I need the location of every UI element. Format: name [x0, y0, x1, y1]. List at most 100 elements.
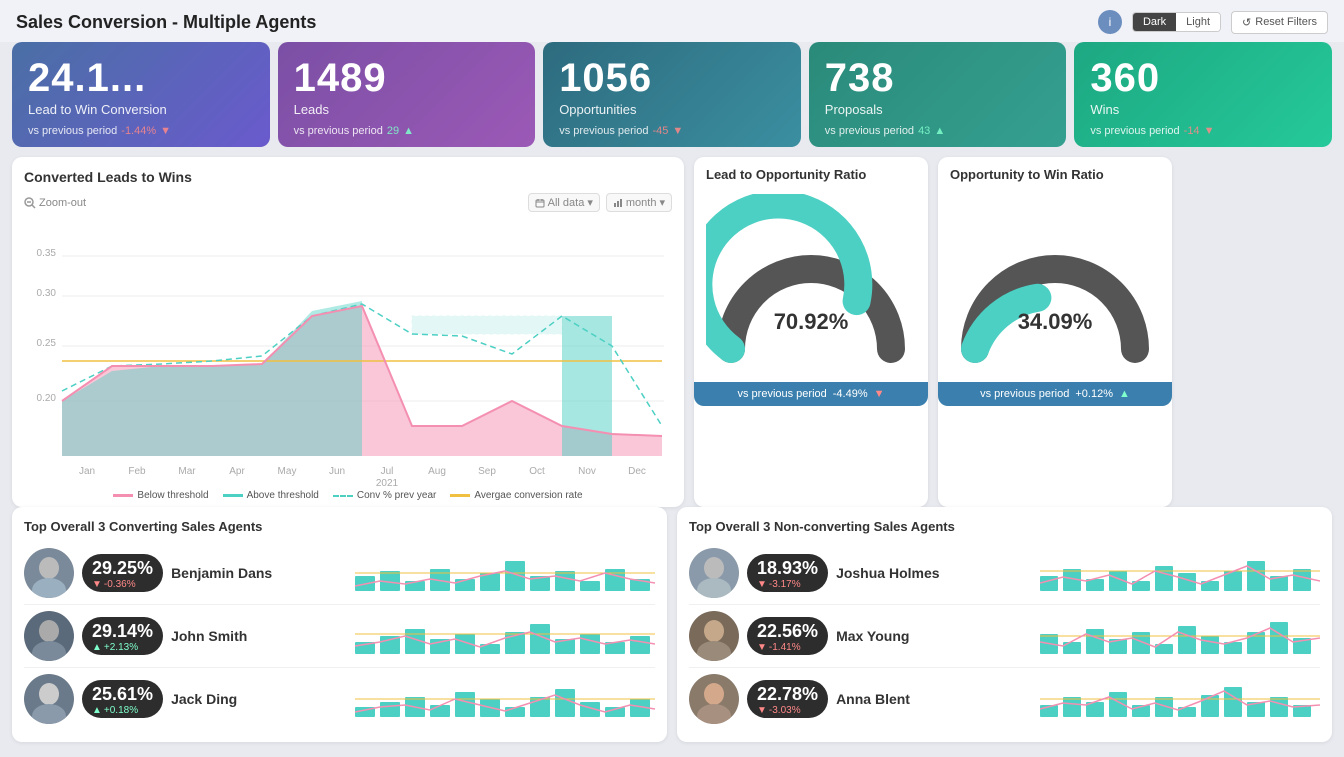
legend-above: Above threshold	[223, 490, 319, 501]
agent-row: 29.25% -0.36% Benjamin Dans	[24, 542, 655, 605]
dark-mode-button[interactable]: Dark	[1133, 13, 1176, 31]
info-button[interactable]: i	[1098, 10, 1122, 34]
agent-row: 22.56% -1.41% Max Young	[689, 605, 1320, 668]
avatar-jack	[24, 674, 74, 724]
agent-name-benjamin: Benjamin Dans	[171, 565, 347, 581]
kpi-vs-lead-win: vs previous period -1.44%	[28, 125, 254, 137]
kpi-label-lead-win: Lead to Win Conversion	[28, 102, 254, 117]
kpi-arrow-wins	[1204, 125, 1215, 137]
kpi-value-opportunities: 1056	[559, 56, 785, 100]
calendar-icon	[535, 198, 545, 208]
converted-leads-title: Converted Leads to Wins	[24, 169, 672, 185]
agent-badge-anna: 22.78% -3.03%	[747, 680, 828, 718]
avatar-benjamin	[24, 548, 74, 598]
avatar-john	[24, 611, 74, 661]
kpi-value-lead-win: 24.1...	[28, 56, 254, 100]
legend-prev-year: Conv % prev year	[333, 490, 436, 501]
converted-leads-panel: Converted Leads to Wins Zoom-out All dat…	[12, 157, 684, 507]
page-title: Sales Conversion - Multiple Agents	[16, 12, 316, 33]
svg-text:0.35: 0.35	[37, 248, 57, 259]
agent-badge-benjamin: 29.25% -0.36%	[82, 554, 163, 592]
svg-text:34.09%: 34.09%	[1018, 309, 1093, 334]
kpi-vs-opportunities: vs previous period -45	[559, 125, 785, 137]
svg-text:0.30: 0.30	[37, 288, 57, 299]
agent-name-joshua: Joshua Holmes	[836, 565, 1032, 581]
agent-name-john: John Smith	[171, 628, 347, 644]
kpi-label-opportunities: Opportunities	[559, 102, 785, 117]
kpi-vs-leads: vs previous period 29	[294, 125, 520, 137]
light-mode-button[interactable]: Light	[1176, 13, 1220, 31]
svg-text:Jun: Jun	[329, 466, 345, 477]
header-controls: i Dark Light ↺ Reset Filters	[1098, 10, 1328, 34]
agent-name-max: Max Young	[836, 628, 1032, 644]
lead-to-opp-content: 70.92%	[694, 186, 928, 374]
reset-filters-button[interactable]: ↺ Reset Filters	[1231, 11, 1328, 34]
header: Sales Conversion - Multiple Agents i Dar…	[0, 0, 1344, 42]
lead-to-opp-vs: vs previous period -4.49%	[694, 382, 928, 406]
svg-text:70.92%: 70.92%	[774, 309, 849, 334]
agent-badge-joshua: 18.93% -3.17%	[747, 554, 828, 592]
svg-text:Aug: Aug	[428, 466, 446, 477]
kpi-card-lead-win: 24.1... Lead to Win Conversion vs previo…	[12, 42, 270, 147]
svg-text:Jul: Jul	[381, 466, 394, 477]
svg-text:0.25: 0.25	[37, 338, 57, 349]
agent-row: 25.61% +0.18% Jack Ding	[24, 668, 655, 730]
lead-to-opp-donut: 70.92%	[706, 194, 916, 374]
kpi-card-opportunities: 1056 Opportunities vs previous period -4…	[543, 42, 801, 147]
agent-badge-max: 22.56% -1.41%	[747, 617, 828, 655]
kpi-label-leads: Leads	[294, 102, 520, 117]
month-dropdown[interactable]: month ▾	[606, 193, 672, 212]
kpi-card-leads: 1489 Leads vs previous period 29	[278, 42, 536, 147]
kpi-arrow-leads	[403, 125, 414, 137]
lead-to-opp-title: Lead to Opportunity Ratio	[694, 157, 928, 186]
agent-badge-john: 29.14% +2.13%	[82, 617, 163, 655]
svg-text:Feb: Feb	[128, 466, 146, 477]
chart-legend: Below threshold Above threshold Conv % p…	[24, 490, 672, 501]
kpi-card-proposals: 738 Proposals vs previous period 43	[809, 42, 1067, 147]
kpi-vs-wins: vs previous period -14	[1090, 125, 1316, 137]
agents-section: Top Overall 3 Converting Sales Agents 29…	[0, 507, 1344, 752]
chart-controls: All data ▾ month ▾	[528, 193, 672, 212]
agent-name-jack: Jack Ding	[171, 691, 347, 707]
donut-row: Lead to Opportunity Ratio 70.92% vs prev…	[694, 157, 1172, 507]
opp-to-win-vs: vs previous period +0.12%	[938, 382, 1172, 406]
zoom-icon	[24, 197, 36, 209]
charts-row: Converted Leads to Wins Zoom-out All dat…	[0, 157, 1344, 507]
svg-text:Apr: Apr	[229, 466, 245, 477]
kpi-arrow-proposals	[934, 125, 945, 137]
mini-chart-anna	[1040, 677, 1320, 722]
agent-row: 22.78% -3.03% Anna Blent	[689, 668, 1320, 730]
kpi-card-wins: 360 Wins vs previous period -14	[1074, 42, 1332, 147]
mini-chart-john	[355, 614, 655, 659]
legend-below: Below threshold	[113, 490, 208, 501]
kpi-row: 24.1... Lead to Win Conversion vs previo…	[0, 42, 1344, 157]
kpi-value-leads: 1489	[294, 56, 520, 100]
svg-text:Dec: Dec	[628, 466, 646, 477]
agent-row: 18.93% -3.17% Joshua Holmes	[689, 542, 1320, 605]
top-converting-title: Top Overall 3 Converting Sales Agents	[24, 519, 655, 534]
dropdown-arrow-icon: ▾	[587, 196, 593, 209]
lead-to-opp-arrow	[874, 388, 885, 400]
kpi-label-wins: Wins	[1090, 102, 1316, 117]
zoom-out-button[interactable]: Zoom-out	[24, 197, 86, 209]
mini-chart-max	[1040, 614, 1320, 659]
agent-badge-jack: 25.61% +0.18%	[82, 680, 163, 718]
chart-toolbar: Zoom-out All data ▾ month ▾	[24, 193, 672, 212]
opp-to-win-arrow	[1119, 388, 1130, 400]
mini-chart-benjamin	[355, 551, 655, 596]
kpi-arrow-lead-win	[160, 125, 171, 137]
avatar-max	[689, 611, 739, 661]
svg-text:Sep: Sep	[478, 466, 496, 477]
all-data-dropdown[interactable]: All data ▾	[528, 193, 600, 212]
svg-text:Oct: Oct	[529, 466, 545, 477]
converted-leads-chart: 0.35 0.30 0.25 0.20 Jan Feb	[24, 216, 672, 486]
kpi-arrow-opportunities	[672, 125, 683, 137]
svg-text:Jan: Jan	[79, 466, 95, 477]
kpi-label-proposals: Proposals	[825, 102, 1051, 117]
svg-text:0.20: 0.20	[37, 393, 57, 404]
opp-to-win-title: Opportunity to Win Ratio	[938, 157, 1172, 186]
legend-avg-rate: Avergae conversion rate	[450, 490, 582, 501]
kpi-value-wins: 360	[1090, 56, 1316, 100]
mini-chart-joshua	[1040, 551, 1320, 596]
month-dropdown-arrow: ▾	[659, 196, 665, 209]
